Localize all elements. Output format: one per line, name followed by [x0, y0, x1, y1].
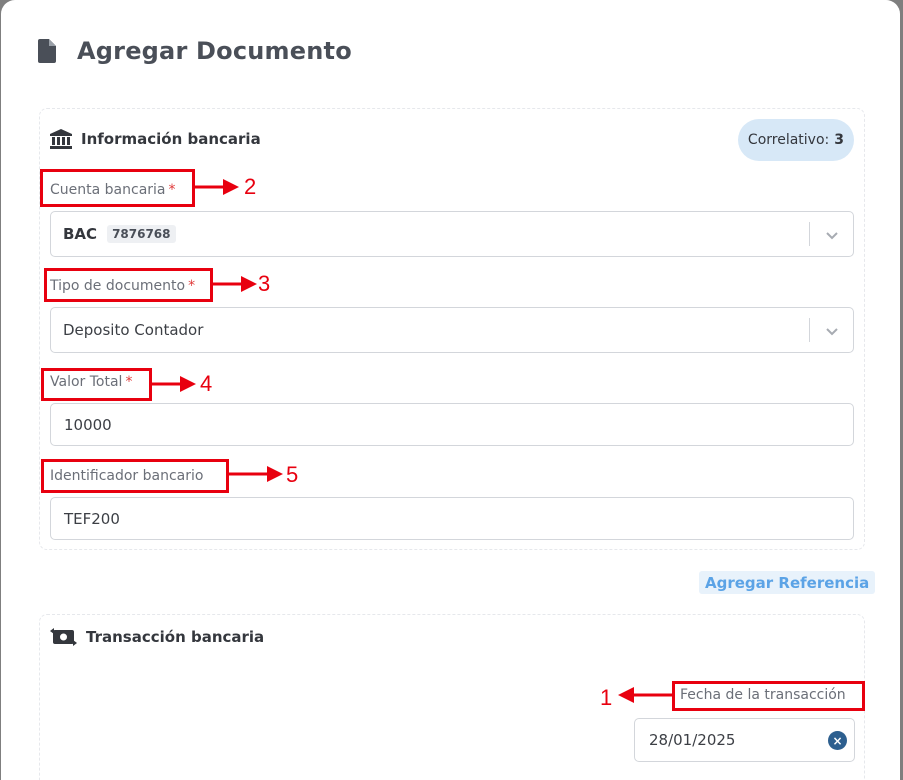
select-value: Deposito Contador [51, 321, 203, 339]
chevron-down-icon[interactable] [823, 226, 841, 244]
add-reference-button[interactable]: Agregar Referencia [699, 571, 876, 594]
identificador-bancario-input[interactable]: TEF200 [50, 497, 854, 540]
correlativo-value: 3 [834, 132, 844, 148]
annotation-number-2: 2 [244, 174, 257, 199]
tipo-documento-value: Deposito Contador [63, 321, 204, 339]
correlativo-label: Correlativo: [747, 132, 830, 148]
fecha-transaccion-input[interactable]: 28/01/2025 × [634, 718, 855, 762]
select-value: BAC 7876768 [51, 225, 176, 243]
tipo-documento-select[interactable]: Deposito Contador [50, 307, 854, 353]
select-separator [809, 222, 810, 246]
annotation-box-2 [40, 169, 195, 207]
annotation-box-1 [672, 681, 865, 711]
clear-date-icon[interactable]: × [828, 731, 847, 750]
annotation-box-3 [44, 268, 213, 302]
bank-name: BAC [63, 225, 98, 243]
chevron-down-icon[interactable] [823, 322, 841, 340]
modal-title: Agregar Documento [77, 37, 352, 65]
annotation-number-3: 3 [258, 271, 271, 296]
annotation-arrow-2 [195, 179, 239, 195]
file-icon [38, 39, 56, 63]
fecha-value: 28/01/2025 [649, 731, 736, 749]
identificador-value: TEF200 [64, 509, 120, 528]
select-separator [809, 318, 810, 342]
annotation-box-5 [41, 459, 229, 493]
annotation-number-1: 1 [600, 685, 613, 710]
valor-total-value: 10000 [64, 415, 112, 434]
annotation-number-5: 5 [286, 462, 299, 487]
account-number-badge: 7876768 [107, 225, 176, 243]
money-transfer-icon [50, 628, 77, 646]
valor-total-input[interactable]: 10000 [50, 403, 854, 446]
annotation-box-4 [41, 368, 152, 401]
transaction-title: Transacción bancaria [86, 628, 265, 646]
correlativo-badge: Correlativo: 3 [737, 119, 854, 161]
annotation-arrow-1 [618, 687, 672, 703]
annotation-arrow-5 [229, 466, 283, 482]
transaction-heading: Transacción bancaria [50, 627, 264, 647]
annotation-arrow-4 [152, 376, 196, 392]
annotation-number-4: 4 [200, 371, 213, 396]
modal-header: Agregar Documento [38, 36, 352, 66]
annotation-arrow-3 [213, 276, 257, 292]
bank-icon [50, 129, 72, 149]
cuenta-bancaria-select[interactable]: BAC 7876768 [50, 211, 854, 257]
bank-info-heading: Información bancaria [50, 129, 261, 149]
bank-info-title: Información bancaria [81, 130, 261, 148]
